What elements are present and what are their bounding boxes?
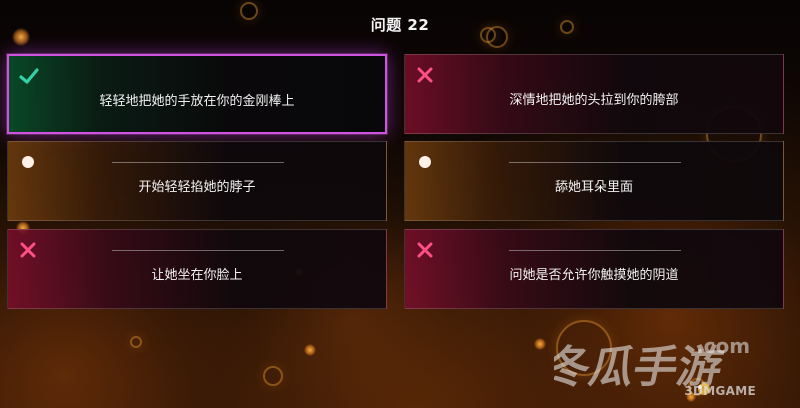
dot-icon (16, 150, 40, 174)
answer-text: 问她是否允许你触摸她的阴道 (509, 268, 679, 283)
answer-text: 轻轻地把她的手放在你的金刚棒上 (99, 94, 295, 109)
answer-divider (509, 162, 681, 163)
cross-icon (16, 238, 40, 262)
watermark-site: 3DMGAME (684, 384, 756, 398)
answer-option-6[interactable]: 问她是否允许你触摸她的阴道 (404, 229, 784, 309)
answer-option-4[interactable]: 舔她耳朵里面 (404, 141, 784, 221)
answer-option-1[interactable]: 轻轻地把她的手放在你的金刚棒上 (7, 54, 387, 134)
answer-divider (509, 250, 681, 251)
dot-icon (413, 150, 437, 174)
background-bubble (130, 336, 142, 348)
cross-icon (413, 238, 437, 262)
question-title: 问题 22 (370, 16, 430, 34)
watermark: 冬瓜手游 .com 3DMGAME (554, 330, 784, 400)
answer-text: 舔她耳朵里面 (554, 180, 633, 195)
background-bubble (263, 366, 283, 386)
answer-option-3[interactable]: 开始轻轻掐她的脖子 (7, 141, 387, 221)
background-glow-dot (304, 344, 316, 356)
answer-option-2[interactable]: 深情地把她的头拉到你的胯部 (404, 54, 784, 134)
answer-text: 让她坐在你脸上 (151, 268, 243, 283)
answer-text: 深情地把她的头拉到你的胯部 (509, 93, 679, 108)
answer-text: 开始轻轻掐她的脖子 (138, 180, 256, 195)
background-glow-dot (534, 338, 546, 350)
watermark-domain: .com (696, 334, 750, 358)
answer-option-5[interactable]: 让她坐在你脸上 (7, 229, 387, 309)
cross-icon (413, 63, 437, 87)
watermark-domain-text: .com (696, 334, 750, 358)
check-icon (17, 64, 41, 88)
answer-divider (112, 250, 284, 251)
answer-divider (112, 162, 284, 163)
